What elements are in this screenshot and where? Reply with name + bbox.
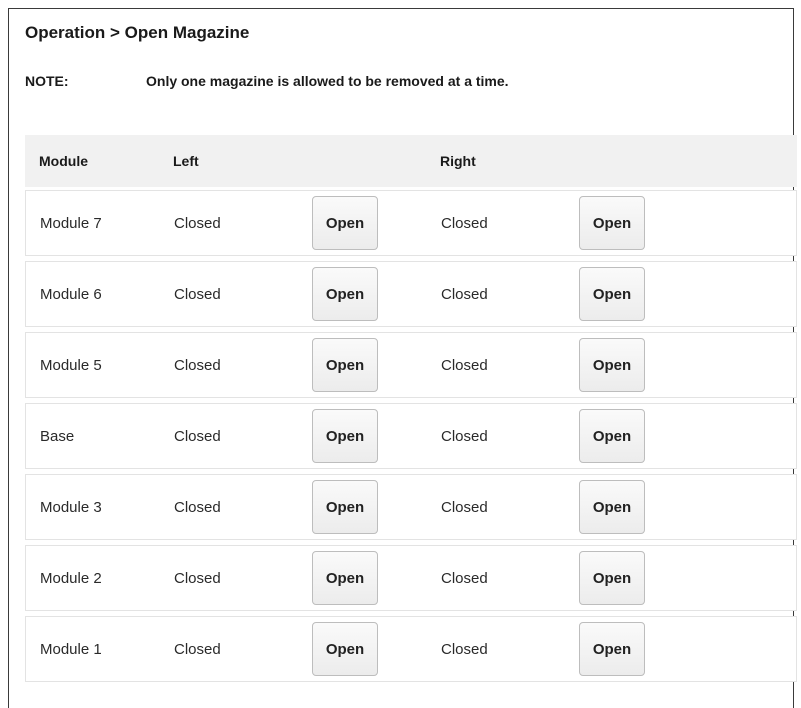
right-status: Closed [441,215,488,232]
right-status: Closed [441,286,488,303]
open-right-button[interactable]: Open [579,409,645,463]
table-row: Base Closed Open Closed Open [25,403,797,469]
module-name: Base [40,428,75,445]
column-header-left: Left [173,153,199,169]
open-left-button[interactable]: Open [312,622,378,676]
module-name: Module 1 [40,641,102,658]
table-row: Module 5 Closed Open Closed Open [25,332,797,398]
left-status: Closed [174,570,221,587]
table-row: Module 6 Closed Open Closed Open [25,261,797,327]
module-name: Module 3 [40,499,102,516]
open-right-button[interactable]: Open [579,551,645,605]
note-label: NOTE: [25,73,69,89]
module-name: Module 7 [40,215,102,232]
left-status: Closed [174,286,221,303]
open-right-button[interactable]: Open [579,196,645,250]
left-status: Closed [174,428,221,445]
module-name: Module 2 [40,570,102,587]
open-left-button[interactable]: Open [312,409,378,463]
page-title: Operation > Open Magazine [25,23,250,42]
table-header: Module Left Right [25,135,797,187]
table-row: Module 2 Closed Open Closed Open [25,545,797,611]
open-left-button[interactable]: Open [312,551,378,605]
left-status: Closed [174,499,221,516]
table-body: Module 7 Closed Open Closed Open Module … [25,190,797,687]
left-status: Closed [174,641,221,658]
right-status: Closed [441,570,488,587]
module-name: Module 6 [40,286,102,303]
note-text: Only one magazine is allowed to be remov… [146,73,509,89]
table-row: Module 7 Closed Open Closed Open [25,190,797,256]
right-status: Closed [441,357,488,374]
left-status: Closed [174,215,221,232]
open-magazine-panel: Operation > Open Magazine NOTE: Only one… [8,8,797,708]
open-right-button[interactable]: Open [579,338,645,392]
right-status: Closed [441,428,488,445]
magazine-table: Module Left Right Module 7 Closed Open C… [25,135,797,682]
open-right-button[interactable]: Open [579,480,645,534]
left-status: Closed [174,357,221,374]
right-status: Closed [441,499,488,516]
open-left-button[interactable]: Open [312,338,378,392]
module-name: Module 5 [40,357,102,374]
right-status: Closed [441,641,488,658]
open-left-button[interactable]: Open [312,480,378,534]
open-right-button[interactable]: Open [579,622,645,676]
column-header-right: Right [440,153,476,169]
column-header-module: Module [39,153,88,169]
open-right-button[interactable]: Open [579,267,645,321]
table-row: Module 3 Closed Open Closed Open [25,474,797,540]
table-row: Module 1 Closed Open Closed Open [25,616,797,682]
open-left-button[interactable]: Open [312,196,378,250]
open-left-button[interactable]: Open [312,267,378,321]
